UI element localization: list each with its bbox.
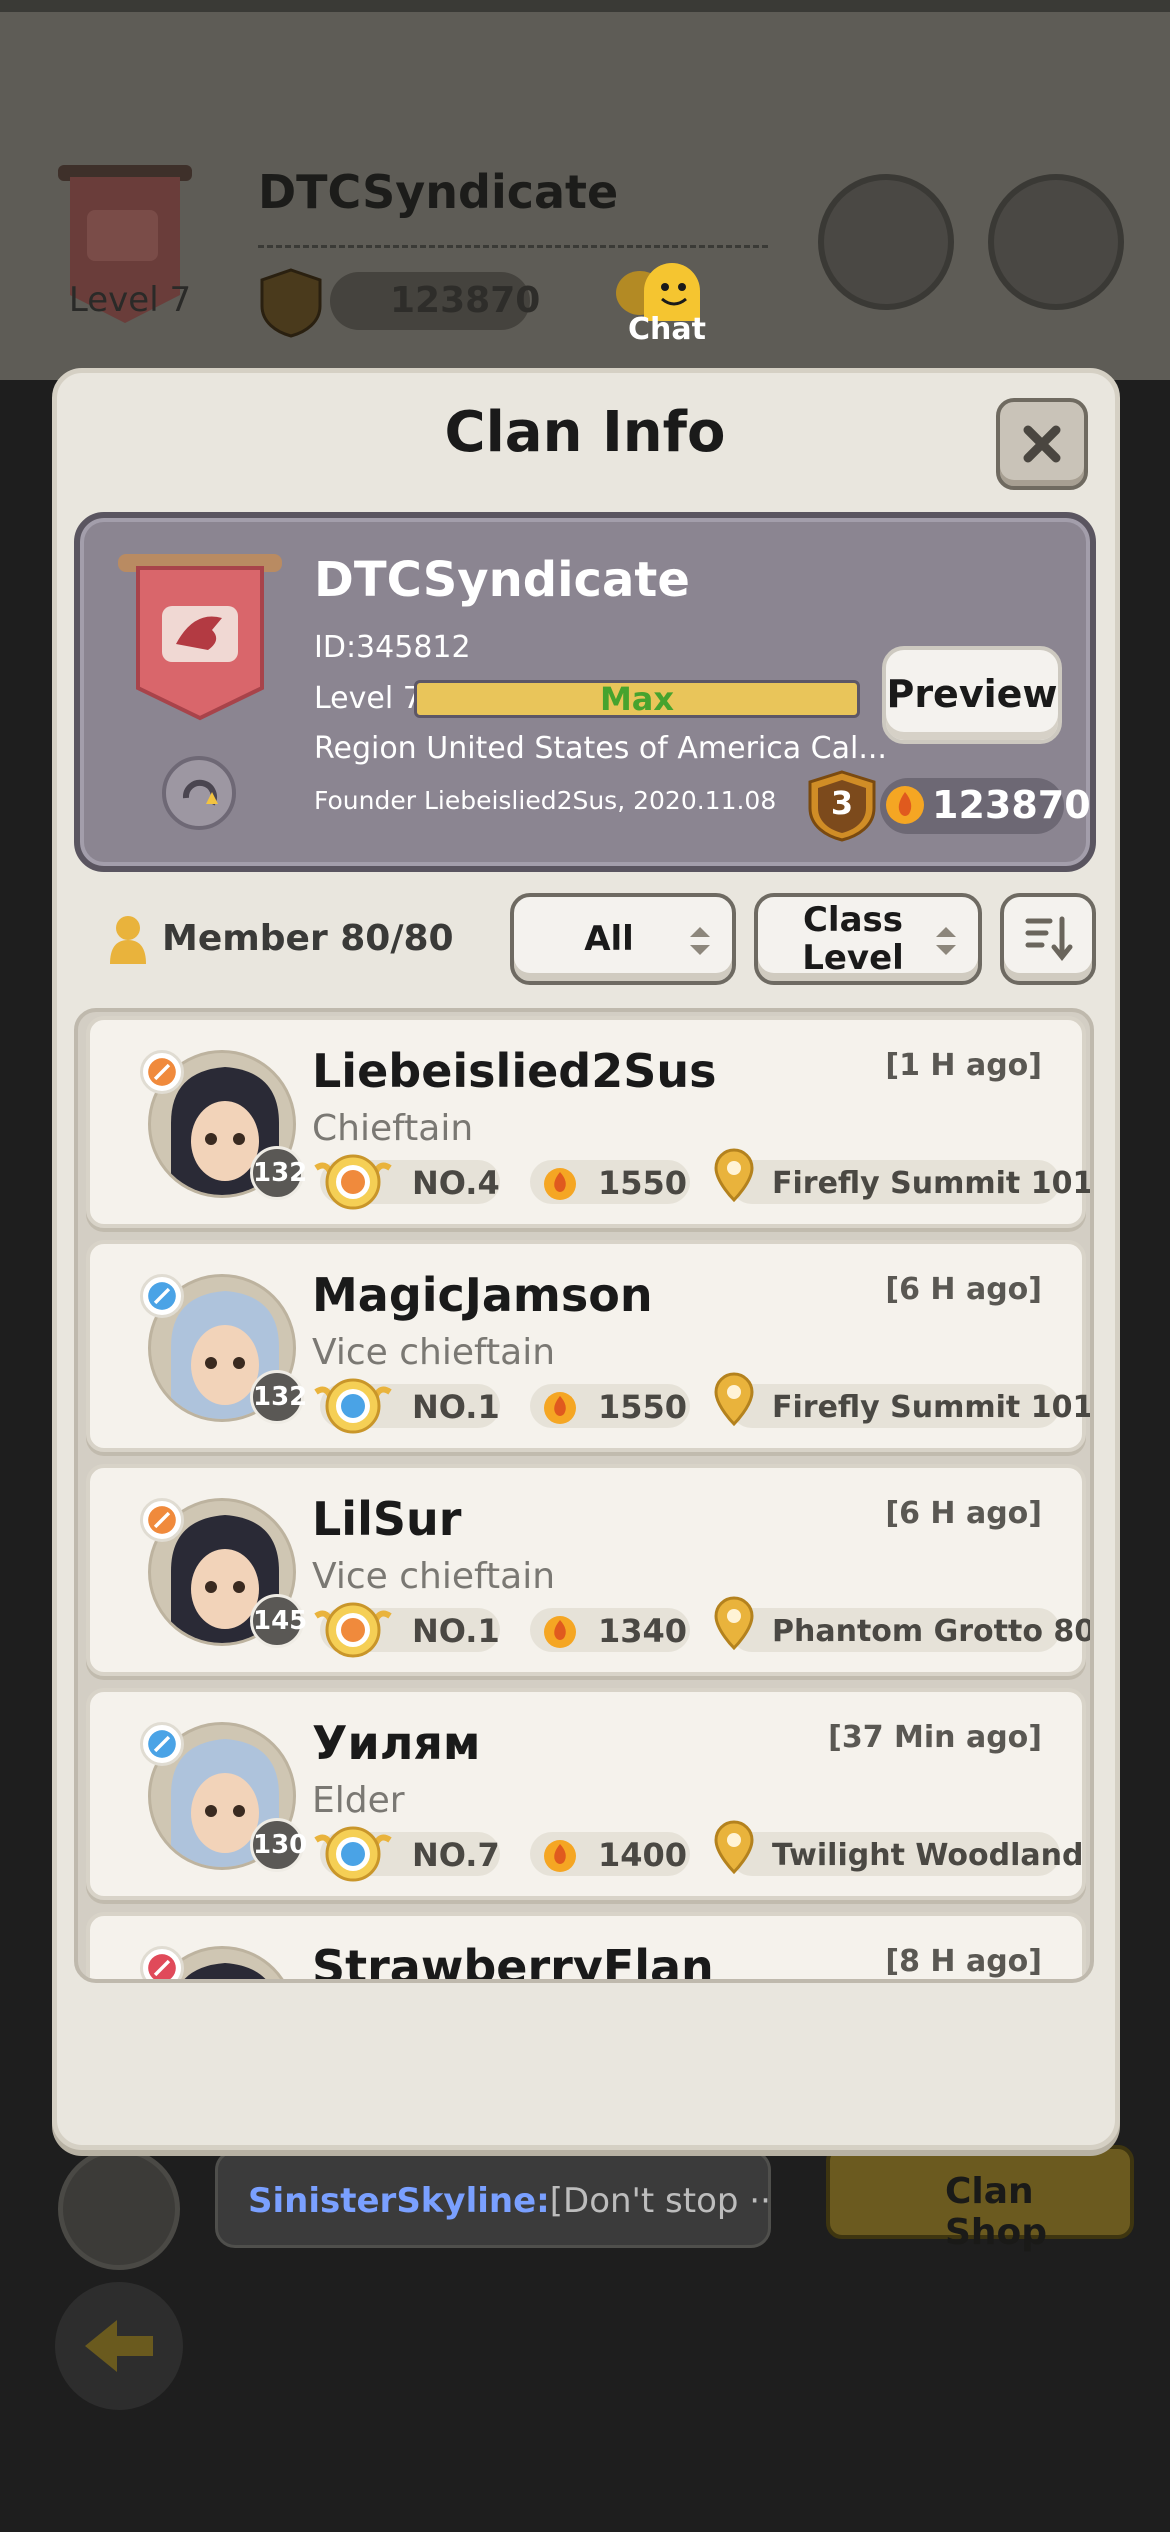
member-location: Firefly Summit 101 <box>772 1390 1094 1425</box>
location-pin-icon <box>714 1148 754 1203</box>
player-level-badge: 132 <box>250 1370 307 1424</box>
member-trophies: 1400 <box>598 1836 688 1874</box>
member-name: LilSur <box>312 1492 462 1546</box>
bg-level-label: Level 7 <box>68 280 192 320</box>
chat-label: Chat <box>628 312 706 347</box>
member-row[interactable]: 130 Уилям [37 Min ago] Elder NO.7 1400 Twi… <box>86 1688 1090 1900</box>
class-icon <box>140 1946 184 1979</box>
class-icon <box>140 1050 184 1094</box>
member-role: Elder <box>312 1780 405 1821</box>
more-dots: ··· <box>749 2181 771 2221</box>
back-button[interactable] <box>55 2282 183 2410</box>
back-arrow-icon <box>85 2320 153 2372</box>
clan-ranking-button[interactable] <box>988 174 1124 310</box>
rank-shield-icon <box>260 268 322 338</box>
member-row[interactable]: StrawberryFlan [8 H ago] <box>86 1912 1086 1983</box>
sort-dropdown-class-level[interactable]: Class Level <box>754 893 982 985</box>
updown-arrow-icon <box>690 927 710 955</box>
player-level-badge: 132 <box>250 1146 307 1200</box>
clan-id: ID:345812 <box>314 630 471 665</box>
member-row[interactable]: 132 Liebeislied2Sus [1 H ago] Chieftain NO… <box>86 1016 1090 1228</box>
clan-region: Region United States of America Cal... <box>314 731 887 766</box>
sort-order-button[interactable] <box>1000 893 1096 985</box>
change-emblem-button[interactable] <box>162 756 236 830</box>
chat-user: SinisterSkyline: <box>248 2181 550 2221</box>
sort-label: Class Level <box>758 901 948 977</box>
member-location: Phantom Grotto 80 <box>772 1614 1094 1649</box>
member-row[interactable]: 145 LilSur [6 H ago] Vice chieftain NO.1 1… <box>86 1464 1090 1676</box>
member-location: Twilight Woodland 200 <box>772 1838 1090 1873</box>
last-online: [6 H ago] <box>885 1272 1042 1307</box>
bg-clan-name: DTCSyndicate <box>258 165 619 219</box>
clan-level-label: Level 7 <box>314 681 422 716</box>
player-level-badge: 145 <box>250 1594 307 1648</box>
last-online: [6 H ago] <box>885 1496 1042 1531</box>
clan-banner-emblem-icon <box>118 554 282 721</box>
class-rank-badge-icon <box>314 1378 392 1434</box>
last-online: [8 H ago] <box>885 1944 1042 1979</box>
flame-trophy-icon <box>544 1392 576 1424</box>
flame-trophy-icon <box>886 786 924 824</box>
member-location: Firefly Summit 101 <box>772 1166 1094 1201</box>
close-icon <box>1023 425 1061 463</box>
class-rank-badge-icon <box>314 1154 392 1210</box>
clan-shop-button[interactable]: Clan Shop <box>826 2145 1134 2253</box>
last-online: [1 H ago] <box>885 1048 1042 1083</box>
clan-name: DTCSyndicate <box>314 552 690 608</box>
member-list[interactable]: 132 Liebeislied2Sus [1 H ago] Chieftain NO… <box>74 1008 1094 1983</box>
member-row[interactable]: 132 MagicJamson [6 H ago] Vice chieftain N… <box>86 1240 1090 1452</box>
top-stripe <box>0 0 1170 12</box>
class-rank: NO.1 <box>412 1388 500 1426</box>
filter-label: All <box>584 919 634 959</box>
flame-trophy-icon <box>544 1840 576 1872</box>
member-trophies: 1550 <box>598 1164 688 1202</box>
member-name: MagicJamson <box>312 1268 653 1322</box>
clan-trophies: 123870 <box>932 783 1091 827</box>
close-button[interactable] <box>996 398 1088 490</box>
member-icon <box>110 916 146 964</box>
class-icon <box>140 1274 184 1318</box>
member-name: Liebeislied2Sus <box>312 1044 717 1098</box>
flame-trophy-icon <box>544 1168 576 1200</box>
modal-title: Clan Info <box>444 400 726 465</box>
location-pin-icon <box>714 1372 754 1427</box>
class-icon <box>140 1498 184 1542</box>
member-name: Уилям <box>312 1716 481 1770</box>
member-trophies: 1340 <box>598 1612 688 1650</box>
member-trophies: 1550 <box>598 1388 688 1426</box>
sort-icon <box>1025 916 1073 962</box>
class-icon <box>140 1722 184 1766</box>
chat-preview[interactable]: SinisterSkyline:[Don't stop ··· <box>215 2150 771 2248</box>
sort-label-line1: Class <box>802 900 904 940</box>
location-pin-icon <box>714 1820 754 1875</box>
clan-founder: Founder Liebeislied2Sus, 2020.11.08 <box>314 786 777 815</box>
filter-dropdown-all[interactable]: All <box>510 893 736 985</box>
refresh-icon <box>182 779 218 806</box>
member-role: Vice chieftain <box>312 1556 556 1597</box>
clan-rank-number: 3 <box>830 784 854 822</box>
bg-trophy-value: 123870 <box>390 280 541 321</box>
player-level-badge: 130 <box>250 1818 307 1872</box>
location-pin-icon <box>714 1596 754 1651</box>
preview-button[interactable]: Preview <box>882 646 1062 744</box>
updown-arrow-icon <box>936 927 956 955</box>
sort-label-line2: Level <box>802 938 904 978</box>
class-rank: NO.7 <box>412 1836 500 1874</box>
member-name: StrawberryFlan <box>312 1940 714 1983</box>
member-role: Vice chieftain <box>312 1332 556 1373</box>
last-online: [37 Min ago] <box>828 1720 1042 1755</box>
clan-hero-button[interactable] <box>818 174 954 310</box>
class-rank-badge-icon <box>314 1826 392 1882</box>
member-role: Chieftain <box>312 1108 474 1149</box>
class-rank: NO.4 <box>412 1164 500 1202</box>
chat-text: [Don't stop <box>549 2181 739 2221</box>
member-count: Member 80/80 <box>162 918 454 959</box>
flame-trophy-icon <box>544 1616 576 1648</box>
chat-toggle-button[interactable] <box>58 2148 180 2270</box>
class-rank-badge-icon <box>314 1602 392 1658</box>
clan-level-bar: Max <box>414 680 860 718</box>
class-rank: NO.1 <box>412 1612 500 1650</box>
